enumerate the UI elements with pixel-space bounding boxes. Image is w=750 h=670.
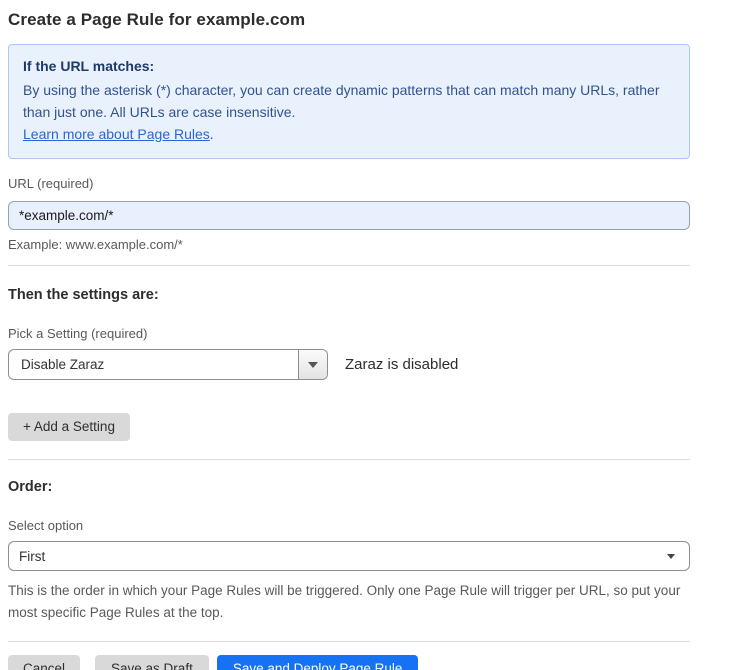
- setting-dropdown-value: Disable Zaraz: [9, 350, 298, 379]
- save-as-draft-button[interactable]: Save as Draft: [95, 655, 209, 670]
- save-and-deploy-button[interactable]: Save and Deploy Page Rule: [217, 655, 419, 670]
- info-box-heading: If the URL matches:: [23, 56, 675, 76]
- url-input[interactable]: [8, 201, 690, 230]
- settings-section-heading: Then the settings are:: [8, 287, 690, 303]
- chevron-down-icon: [308, 362, 318, 368]
- setting-dropdown[interactable]: Disable Zaraz: [8, 349, 328, 380]
- setting-row: Disable Zaraz Zaraz is disabled: [8, 349, 690, 380]
- action-button-row: Cancel Save as Draft Save and Deploy Pag…: [8, 655, 690, 670]
- divider: [8, 459, 690, 460]
- learn-more-link[interactable]: Learn more about Page Rules: [23, 126, 210, 142]
- link-suffix: .: [210, 126, 214, 142]
- order-help-text: This is the order in which your Page Rul…: [8, 580, 690, 624]
- url-example-text: Example: www.example.com/*: [8, 237, 690, 252]
- page-title: Create a Page Rule for example.com: [8, 10, 690, 30]
- chevron-down-icon: [667, 554, 675, 559]
- url-field-label: URL (required): [8, 176, 690, 192]
- divider: [8, 265, 690, 266]
- order-section-heading: Order:: [8, 479, 690, 495]
- info-box-body: By using the asterisk (*) character, you…: [23, 79, 675, 123]
- pick-setting-label: Pick a Setting (required): [8, 326, 690, 342]
- url-match-info-box: If the URL matches: By using the asteris…: [8, 44, 690, 159]
- cancel-button[interactable]: Cancel: [8, 655, 80, 670]
- add-setting-button[interactable]: + Add a Setting: [8, 413, 130, 441]
- page-rule-form: Create a Page Rule for example.com If th…: [8, 10, 690, 670]
- divider: [8, 641, 690, 642]
- order-dropdown-value: First: [19, 549, 45, 564]
- order-select-label: Select option: [8, 518, 690, 534]
- setting-dropdown-button[interactable]: [298, 350, 327, 379]
- setting-status-text: Zaraz is disabled: [345, 356, 458, 373]
- order-dropdown[interactable]: First: [8, 541, 690, 571]
- info-box-link-line: Learn more about Page Rules.: [23, 123, 675, 145]
